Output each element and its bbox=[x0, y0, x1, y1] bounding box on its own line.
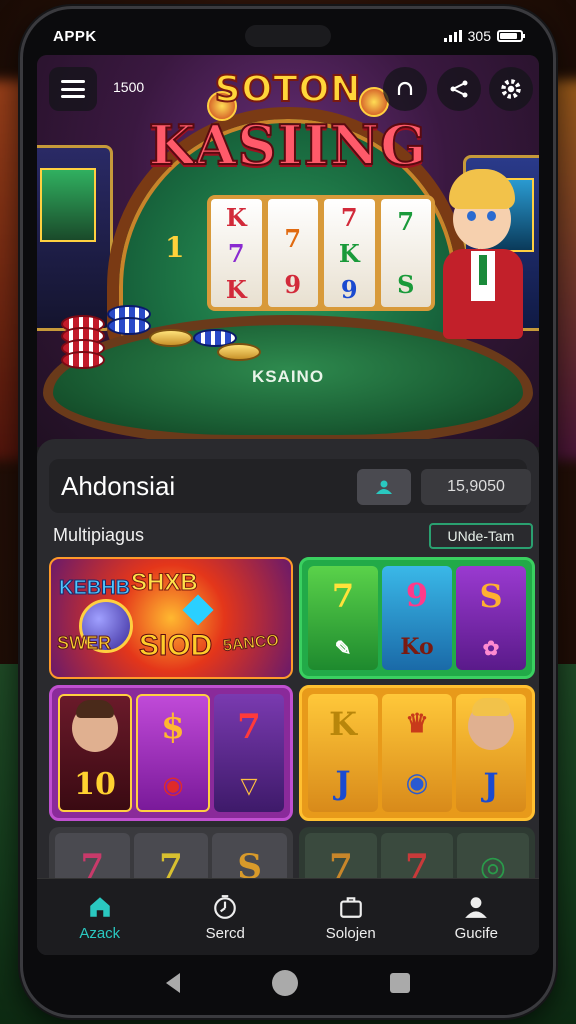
status-time: 305 bbox=[467, 28, 491, 44]
character-portrait bbox=[72, 699, 118, 752]
tile-text: KEBHB bbox=[58, 577, 131, 600]
headphones-icon bbox=[397, 81, 413, 95]
reel: K7K bbox=[211, 199, 262, 307]
tile-text: SHXB bbox=[131, 569, 199, 597]
settings-button[interactable] bbox=[489, 67, 533, 111]
nav-item-bag[interactable]: Solojen bbox=[288, 879, 414, 955]
nav-item-home[interactable]: Azack bbox=[37, 879, 163, 955]
side-symbol: 1 bbox=[165, 231, 185, 264]
trophy-icon: ♛ bbox=[405, 708, 429, 739]
nav-label: Solojen bbox=[325, 924, 376, 942]
timer-icon bbox=[211, 893, 239, 921]
phone-frame: APPK 305 1 K7K 79 7K9 7 S KSAINO SOTON K… bbox=[20, 6, 556, 1018]
balance-value: 1500 bbox=[113, 79, 145, 95]
nav-label: Sercd bbox=[205, 924, 245, 942]
section-link-button[interactable]: UNde-Tam bbox=[429, 523, 533, 549]
microphone-icon: ✎ bbox=[334, 635, 352, 660]
settings-icon bbox=[501, 79, 521, 99]
game-tile[interactable]: 7 ✎ 9 Ko S ✿ bbox=[299, 557, 535, 679]
reel: 79 bbox=[267, 199, 318, 307]
tile-reel: J bbox=[456, 694, 526, 812]
menu-button[interactable] bbox=[49, 67, 97, 111]
tile-reel: $ ◉ bbox=[136, 694, 210, 812]
briefcase-icon bbox=[337, 893, 365, 921]
tile-reel: 9 Ko bbox=[382, 566, 452, 670]
tile-text: 5ANCO bbox=[222, 632, 280, 656]
bottom-nav: Azack Sercd Solojen Gucife bbox=[37, 878, 539, 955]
app-screen: 1 K7K 79 7K9 7S KSAINO SOTON KASIING 150… bbox=[37, 55, 539, 955]
chip-icon: ◉ bbox=[405, 767, 429, 798]
flower-icon: ✿ bbox=[482, 635, 500, 660]
slot-reels: K7K 79 7K9 7S bbox=[207, 195, 435, 311]
panel-title: Ahdonsiai bbox=[61, 471, 176, 501]
back-icon[interactable] bbox=[166, 973, 180, 993]
nav-item-timer[interactable]: Sercd bbox=[163, 879, 289, 955]
reel: 7K9 bbox=[324, 199, 375, 307]
tile-reel: ♛ ◉ bbox=[382, 694, 452, 812]
gem-icon bbox=[182, 594, 214, 626]
game-tile[interactable]: KEBHB SHXB SIOD SWER 5ANCO bbox=[49, 557, 293, 679]
system-nav-bar bbox=[23, 961, 553, 1005]
menu-icon bbox=[61, 80, 85, 98]
cone-icon: ▽ bbox=[240, 773, 258, 799]
share-button[interactable] bbox=[437, 67, 481, 111]
chip-icon: ◉ bbox=[162, 769, 184, 799]
status-right: 305 bbox=[443, 28, 525, 44]
tile-text: SIOD bbox=[138, 629, 213, 663]
share-icon bbox=[450, 80, 468, 98]
tile-reel: 10 bbox=[58, 694, 132, 812]
mascot-character bbox=[435, 169, 531, 339]
home-icon bbox=[86, 893, 114, 921]
signal-icon bbox=[443, 30, 462, 42]
character-portrait bbox=[468, 698, 514, 750]
tile-text: SWER bbox=[57, 633, 112, 654]
credits-counter: 15,9050 bbox=[421, 469, 531, 505]
logo-title: KASIING bbox=[148, 112, 428, 178]
account-button[interactable] bbox=[357, 469, 411, 505]
top-controls: 1500 bbox=[37, 63, 539, 111]
tile-reel: 7 ✎ bbox=[308, 566, 378, 670]
camera-notch bbox=[245, 25, 331, 47]
profile-icon bbox=[462, 893, 490, 921]
nav-label: Azack bbox=[79, 924, 121, 942]
battery-icon bbox=[497, 30, 525, 42]
headphones-button[interactable] bbox=[383, 67, 427, 111]
home-circle-icon[interactable] bbox=[272, 970, 298, 996]
carrier-label: APPK bbox=[53, 27, 97, 45]
recent-apps-icon[interactable] bbox=[390, 973, 410, 993]
chip-stack bbox=[61, 305, 261, 375]
tile-reel: KJ bbox=[308, 694, 378, 812]
nav-label: Gucife bbox=[454, 924, 498, 942]
reel: 7S bbox=[380, 199, 431, 307]
game-tile[interactable]: 10 $ ◉ 7 ▽ bbox=[49, 685, 293, 821]
content-panel: Ahdonsiai 15,9050 Multipiagus UNde-Tam K… bbox=[37, 439, 539, 955]
game-tile[interactable]: KJ ♛ ◉ J bbox=[299, 685, 535, 821]
tile-reel: 7 ▽ bbox=[214, 694, 284, 812]
tile-reel: S ✿ bbox=[456, 566, 526, 670]
section-label: Multipiagus bbox=[53, 525, 145, 545]
panel-header: Ahdonsiai 15,9050 bbox=[49, 459, 531, 513]
nav-item-profile[interactable]: Gucife bbox=[414, 879, 540, 955]
user-icon bbox=[376, 480, 392, 494]
hero-banner[interactable]: 1 K7K 79 7K9 7S KSAINO SOTON KASIING 150… bbox=[37, 55, 539, 447]
